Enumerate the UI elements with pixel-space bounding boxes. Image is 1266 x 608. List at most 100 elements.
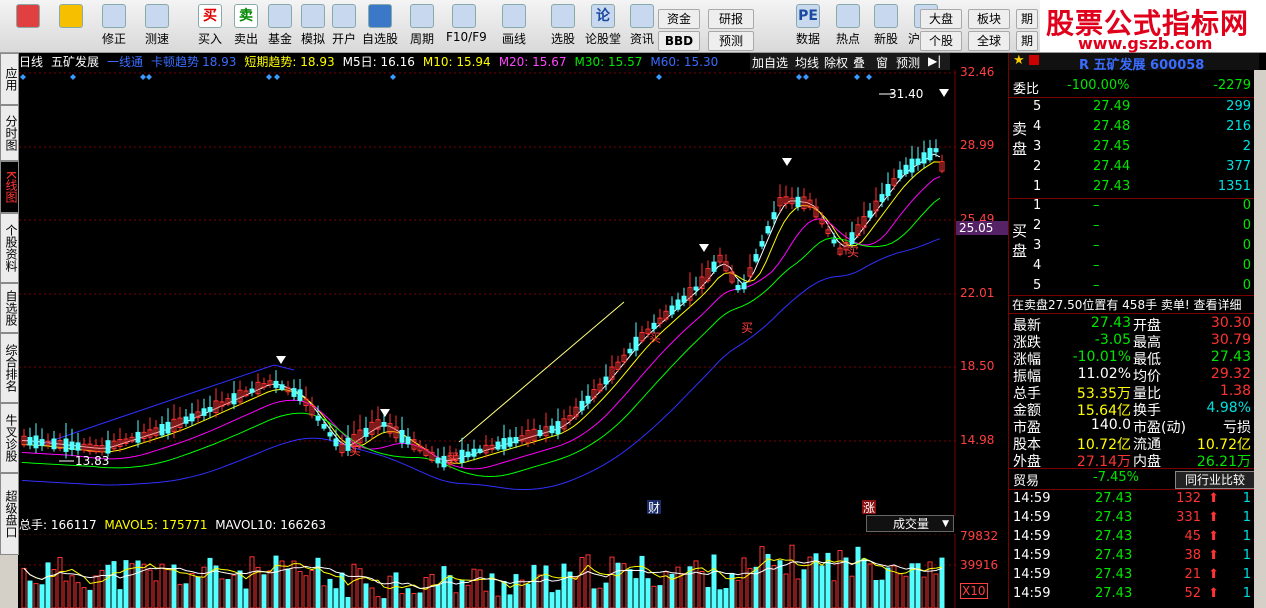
buys-row[interactable]: 2 – 0	[1009, 218, 1259, 238]
chart-tool-1[interactable]: 均线	[795, 54, 819, 71]
toolbar-button-10[interactable]: 周期	[404, 4, 440, 50]
sells-row[interactable]: 4 27.48 216	[1009, 119, 1259, 139]
chart-scroll-end-icon[interactable]: ▶|	[928, 54, 941, 68]
left-tab-6[interactable]: 牛叉诊股	[0, 403, 19, 473]
stat-v1: -10.01%	[1072, 349, 1131, 365]
left-tab-7[interactable]: 超级盘口	[0, 473, 19, 555]
toolbar-button-18[interactable]: 新股	[868, 4, 904, 50]
toolbar-button-16[interactable]: PE 数据	[790, 4, 826, 50]
price-tick: 28.99	[960, 138, 995, 152]
futures-button-2[interactable]: 期	[1016, 31, 1038, 51]
buys-volume: 0	[1242, 238, 1251, 253]
left-tab-4[interactable]: 自选股	[0, 283, 19, 333]
left-tab-2[interactable]: K线图	[0, 161, 19, 213]
volume-bar	[327, 578, 333, 608]
toolbar-button-1[interactable]	[53, 4, 89, 50]
sells-row[interactable]: 2 27.44 377	[1009, 159, 1259, 179]
up-arrow-icon: ⬆	[1208, 586, 1219, 601]
global-button[interactable]: 全球	[968, 31, 1010, 51]
stock-button[interactable]: 个股	[920, 31, 962, 51]
futures-button[interactable]: 期	[1016, 9, 1038, 29]
toolbar-button-2[interactable]: 修正	[96, 4, 132, 50]
stat-row: 外盘 27.14万 内盘 26.21万	[1009, 451, 1259, 470]
buys-volume: 0	[1242, 278, 1251, 293]
market-button[interactable]: 大盘	[920, 9, 962, 29]
volume-bar	[123, 560, 129, 608]
stock-name: 五矿发展	[51, 55, 100, 69]
volume-bar	[285, 568, 291, 608]
chart-tool-4[interactable]: 窗	[876, 54, 888, 71]
bbd-button[interactable]: BBD	[658, 31, 700, 51]
candle-body	[867, 210, 873, 218]
sells-row[interactable]: 3 27.45 2	[1009, 139, 1259, 159]
chart-tool-2[interactable]: 除权	[824, 54, 848, 71]
buys-row[interactable]: 1 – 0	[1009, 198, 1259, 218]
left-tab-3[interactable]: 个股资料	[0, 213, 19, 283]
volume-bar	[183, 583, 189, 608]
research-button[interactable]: 研报	[708, 9, 754, 29]
candle-body	[759, 241, 765, 247]
toolbar-button-label: 模拟	[300, 32, 325, 46]
tick-time: 14:59	[1013, 567, 1051, 582]
toolbar-button-17[interactable]: 热点	[830, 4, 866, 50]
sector-button[interactable]: 板块	[968, 9, 1010, 29]
tick-row: 14:59 27.43 52 1 ⬆	[1009, 586, 1259, 606]
toolbar-button-label: 选股	[550, 32, 575, 46]
sells-row[interactable]: 5 27.49 299	[1009, 99, 1259, 119]
toolbar-button-4[interactable]: 买买入	[192, 4, 228, 50]
industry-compare-button[interactable]: 同行业比较	[1175, 471, 1255, 489]
toolbar-button-label: F10/F9	[446, 30, 487, 44]
back-arrow-icon	[59, 4, 83, 28]
panel-scrollbar[interactable]	[1254, 70, 1266, 608]
chart-tool-3[interactable]: 叠	[853, 54, 865, 71]
toolbar-button-0[interactable]	[10, 4, 46, 50]
kline-chart[interactable]: 买买买买买31.4013.83财涨	[19, 70, 956, 516]
left-tab-1[interactable]: 分时图	[0, 105, 19, 161]
fund-button[interactable]: 资金	[658, 9, 700, 29]
volume-indicator-select[interactable]: 成交量 ▼	[866, 515, 954, 532]
sells-row[interactable]: 1 27.43 1351	[1009, 179, 1259, 199]
toolbar-button-8[interactable]: 开户	[326, 4, 362, 50]
quote-panel: ★ R 五矿发展 600058 委比 -100.00% -2279 卖盘 5 27…	[1008, 53, 1266, 608]
toolbar-button-6[interactable]: 基金	[262, 4, 298, 50]
toolbar-button-label: 画线	[501, 32, 526, 46]
volume-bar	[219, 578, 225, 608]
buys-row[interactable]: 4 – 0	[1009, 258, 1259, 278]
toolbar-button-5[interactable]: 卖卖出	[228, 4, 264, 50]
volume-bar	[765, 554, 771, 608]
tick-price: 27.43	[1095, 491, 1133, 506]
candle-body	[549, 425, 555, 434]
toolbar-button-11[interactable]: F10/F9	[446, 4, 487, 50]
short-trend: 短期趋势: 18.93	[244, 55, 335, 69]
event-diamond-icon	[140, 74, 146, 80]
star-icon[interactable]: ★	[1013, 53, 1025, 68]
volume-chart[interactable]	[19, 534, 956, 608]
volume-bar	[735, 579, 741, 608]
volume-bar	[405, 588, 411, 608]
toolbar-button-15[interactable]: 资讯	[624, 4, 660, 50]
tick-price: 27.43	[1095, 567, 1133, 582]
toolbar-button-12[interactable]: 画线	[496, 4, 532, 50]
buys-row[interactable]: 3 – 0	[1009, 238, 1259, 258]
forecast-button[interactable]: 预测	[708, 31, 754, 51]
left-tab-0[interactable]: 应用	[0, 53, 19, 105]
volume-bar	[897, 573, 903, 608]
tick-time: 14:59	[1013, 529, 1051, 544]
toolbar-button-13[interactable]: 选股	[545, 4, 581, 50]
volume-bar	[627, 569, 633, 608]
ma60-readout: M60: 15.30	[650, 55, 719, 69]
toolbar-button-14[interactable]: 论论股堂	[585, 4, 621, 50]
volume-bar	[27, 580, 33, 608]
toolbar-button-3[interactable]: 测速	[139, 4, 175, 50]
candle-body	[201, 408, 207, 416]
toolbar-button-9[interactable]: 自选股	[362, 4, 398, 50]
left-tab-5[interactable]: 综合排名	[0, 333, 19, 403]
sells-level: 1	[1033, 179, 1042, 194]
chart-tool-0[interactable]: 加自选	[752, 54, 788, 71]
sells-volume: 216	[1226, 119, 1251, 134]
ma20-readout: M20: 15.67	[498, 55, 567, 69]
candle-body	[183, 416, 189, 424]
order-notice[interactable]: 在卖盘27.50位置有 458手 卖单! 查看详细	[1012, 296, 1242, 313]
chart-tool-5[interactable]: 预测	[896, 54, 920, 71]
tick-vol: 21	[1184, 567, 1201, 582]
